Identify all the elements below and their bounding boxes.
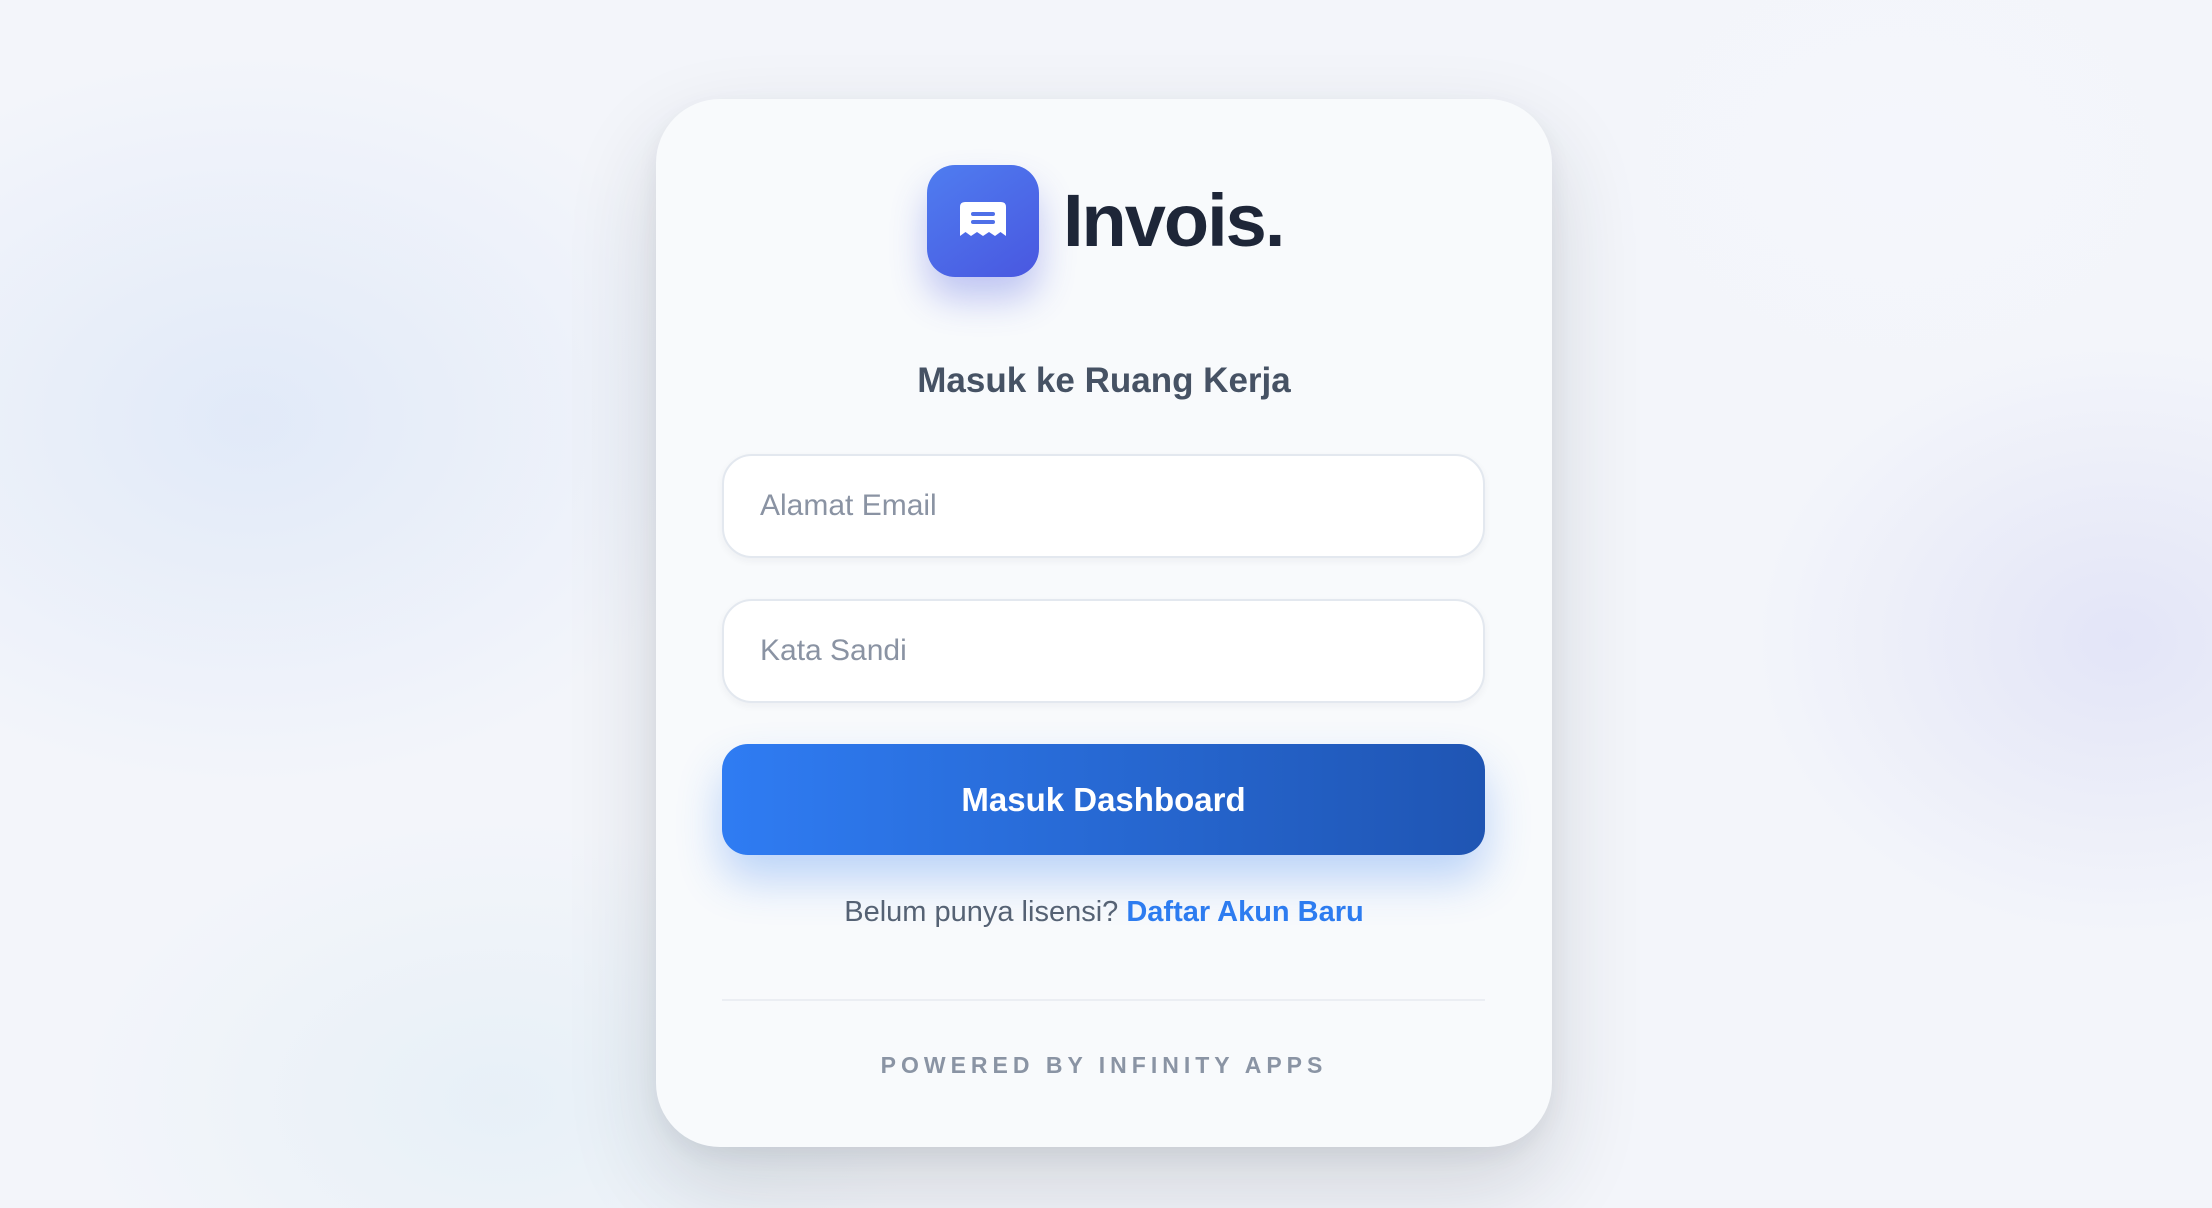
signup-row: Belum punya lisensi? Daftar Akun Baru	[656, 896, 1552, 929]
login-button[interactable]: Masuk Dashboard	[722, 744, 1485, 855]
login-heading: Masuk ke Ruang Kerja	[917, 361, 1291, 400]
email-input[interactable]	[722, 454, 1485, 558]
password-input[interactable]	[722, 599, 1485, 703]
logo	[927, 165, 1039, 277]
brand-name: Invois.	[1063, 179, 1285, 262]
signup-prompt: Belum punya lisensi?	[844, 896, 1119, 928]
login-card: Invois. Masuk ke Ruang Kerja Masuk Dashb…	[656, 99, 1552, 1147]
brand: Invois.	[927, 165, 1285, 277]
signup-link[interactable]: Daftar Akun Baru	[1126, 896, 1363, 928]
footer-credit: POWERED BY INFINITY APPS	[880, 1052, 1328, 1078]
receipt-icon	[960, 202, 1006, 236]
divider	[722, 999, 1485, 1001]
